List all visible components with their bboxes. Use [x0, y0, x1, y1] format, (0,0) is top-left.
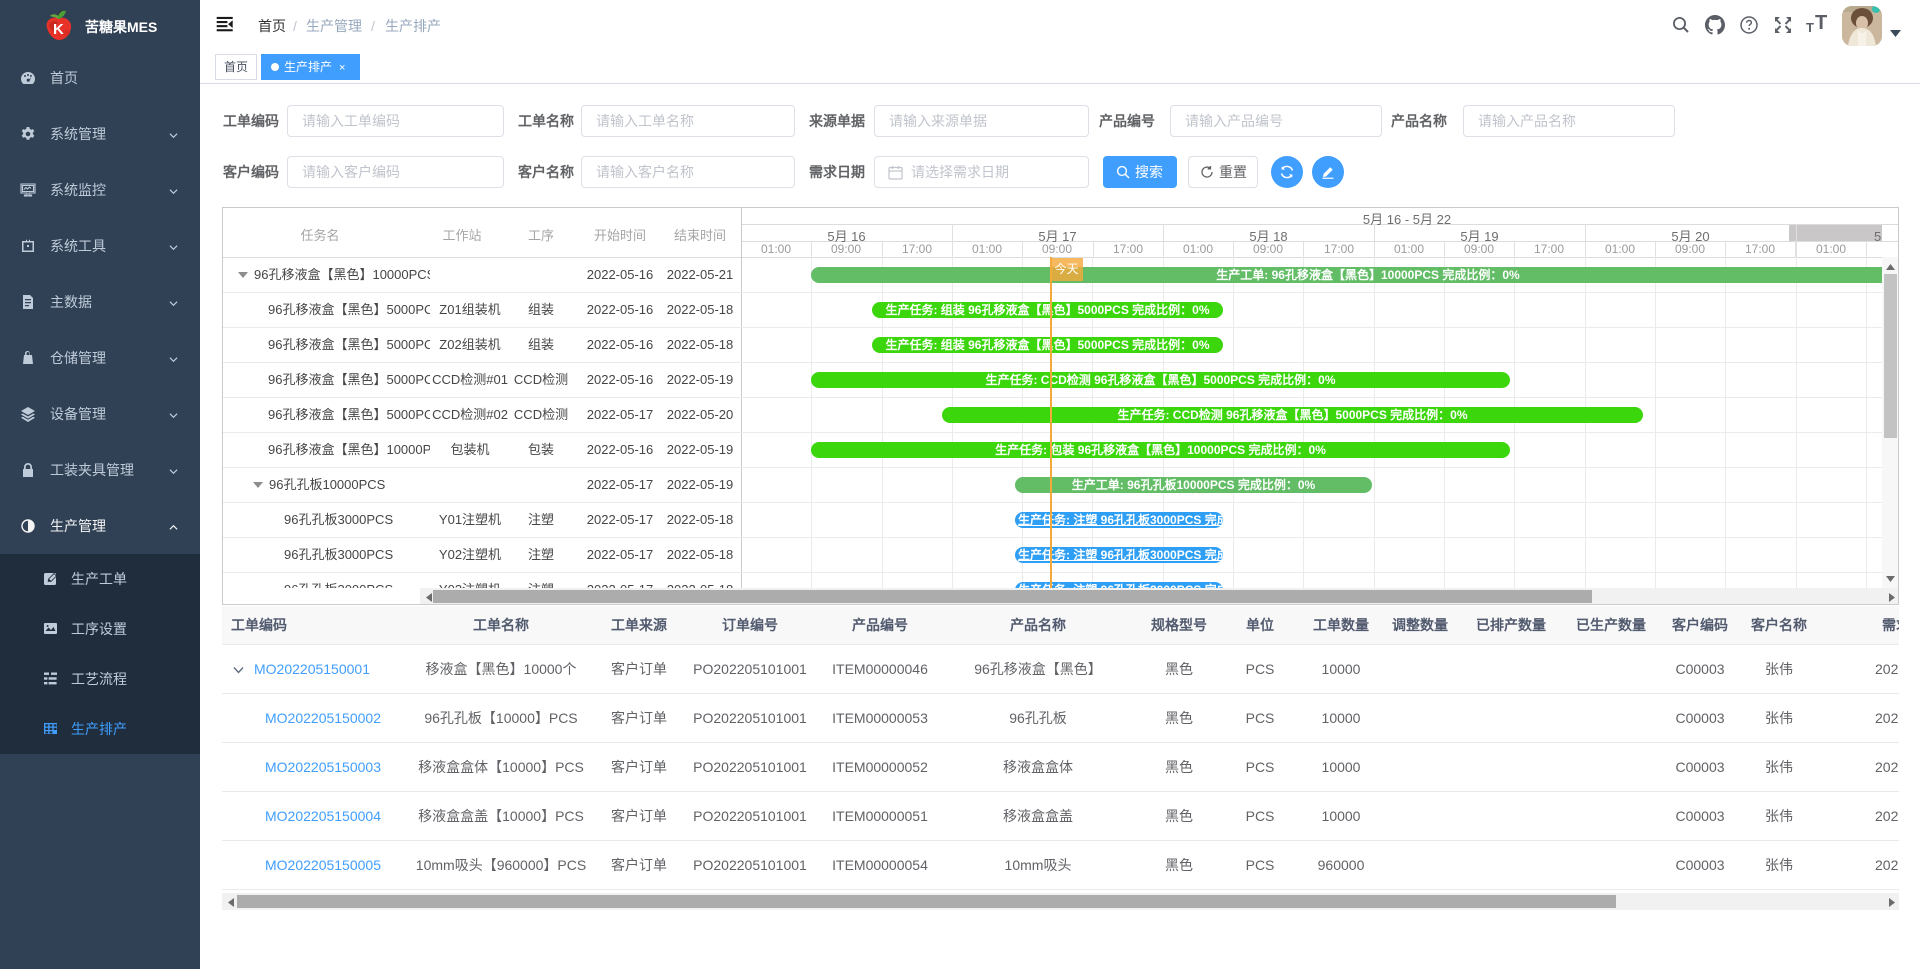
svg-text:K: K	[53, 21, 64, 38]
